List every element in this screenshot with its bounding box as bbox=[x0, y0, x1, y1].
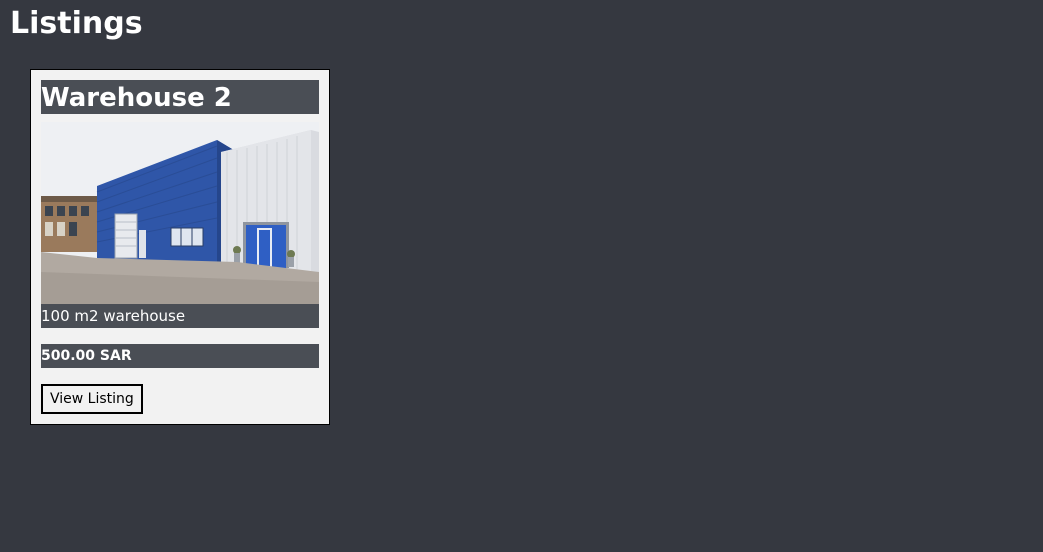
listing-description: 100 m2 warehouse bbox=[41, 304, 319, 328]
listing-image bbox=[41, 122, 319, 304]
listing-price: 500.00 SAR bbox=[41, 344, 319, 368]
listing-card: Warehouse 2 100 m2 warehouse 500.00 SAR … bbox=[30, 69, 330, 425]
page-title: Listings bbox=[10, 6, 143, 41]
listing-title: Warehouse 2 bbox=[41, 80, 319, 114]
view-listing-button[interactable]: View Listing bbox=[41, 384, 143, 414]
